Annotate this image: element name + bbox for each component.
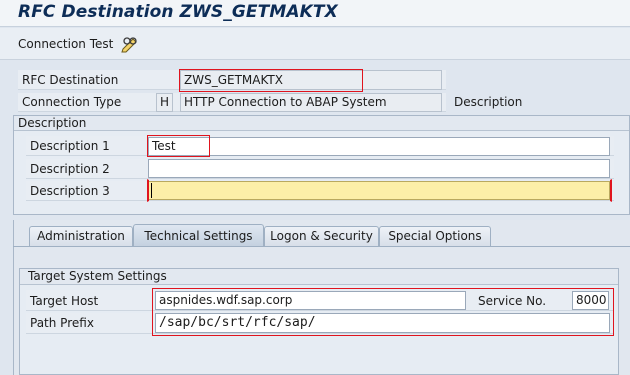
target-host-field[interactable]: aspnides.wdf.sap.corp (155, 291, 466, 310)
tab-baseline (13, 246, 630, 247)
description-2-label: Description 2 (30, 162, 110, 176)
path-prefix-label: Path Prefix (30, 316, 94, 330)
target-system-group-title: Target System Settings (20, 269, 618, 285)
description-1-field[interactable]: Test (148, 137, 610, 156)
description-3-field[interactable] (148, 181, 610, 200)
service-no-label: Service No. (478, 294, 547, 308)
connection-type-code-field[interactable]: H (156, 93, 173, 112)
tab-administration[interactable]: Administration (29, 226, 133, 247)
tab-special-options[interactable]: Special Options (379, 226, 491, 247)
text-cursor (151, 183, 152, 198)
display-change-icon[interactable] (120, 35, 140, 53)
description-group-title: Description (14, 116, 629, 131)
service-no-field[interactable]: 8000 (572, 291, 609, 310)
connection-test-button[interactable]: Connection Test (18, 37, 113, 51)
description-2-field[interactable] (148, 159, 610, 178)
description-1-label: Description 1 (30, 139, 110, 153)
path-prefix-field[interactable]: /sap/bc/srt/rfc/sap/ (155, 313, 610, 333)
tab-technical-settings[interactable]: Technical Settings (133, 224, 264, 247)
target-host-label: Target Host (30, 294, 99, 308)
connection-type-label: Connection Type (22, 95, 122, 109)
page-title: RFC Destination ZWS_GETMAKTX (18, 2, 338, 22)
description-3-label: Description 3 (30, 184, 110, 198)
description-link[interactable]: Description (454, 95, 522, 109)
connection-type-text-field: HTTP Connection to ABAP System (180, 93, 442, 112)
rfc-destination-field[interactable]: ZWS_GETMAKTX (180, 70, 442, 90)
tab-logon-security[interactable]: Logon & Security (264, 226, 379, 247)
rfc-destination-label: RFC Destination (22, 73, 119, 87)
